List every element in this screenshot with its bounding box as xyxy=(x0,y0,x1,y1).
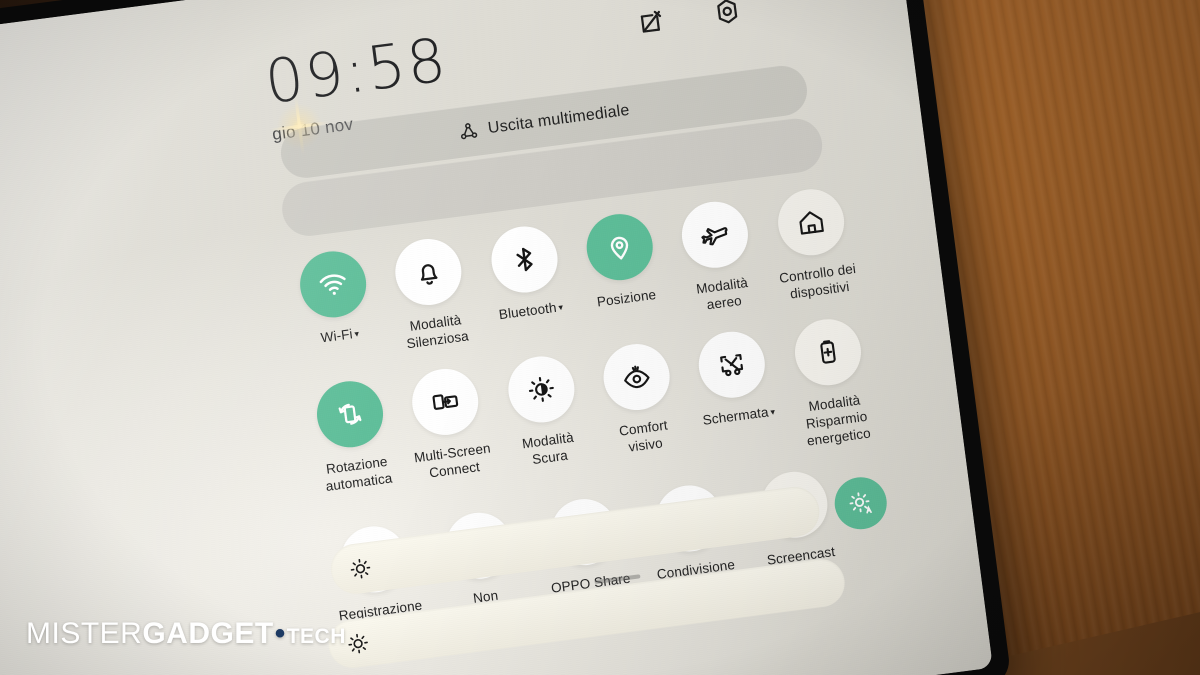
toggle-screenshot[interactable]: Schermata▾ xyxy=(689,327,783,464)
toggle-label: Modalità Scura xyxy=(521,429,575,467)
toggle-label: Posizione xyxy=(596,286,657,310)
multi-screen-icon xyxy=(408,364,483,439)
toggle-label: Bluetooth▾ xyxy=(497,299,564,323)
toggle-label: Modalità Risparmio energetico xyxy=(805,392,872,449)
toggle-label: Modalità aereo xyxy=(695,275,749,313)
screenshot-icon xyxy=(695,327,770,402)
toggle-power-saving[interactable]: Modalità Risparmio energetico xyxy=(785,314,879,451)
bell-icon xyxy=(391,234,466,309)
header-actions xyxy=(636,0,743,37)
watermark-part3: TECH xyxy=(286,625,346,648)
toggle-bluetooth[interactable]: Bluetooth▾ xyxy=(481,222,573,342)
watermark-part1: MISTER xyxy=(26,617,143,650)
airplane-icon xyxy=(678,197,753,272)
toggle-location[interactable]: Posizione xyxy=(577,209,669,329)
location-pin-icon xyxy=(582,210,657,285)
eye-comfort-icon xyxy=(599,339,674,414)
toggle-label: Comfort visivo xyxy=(618,417,669,455)
brightness-sun-icon xyxy=(345,630,371,656)
edit-icon[interactable] xyxy=(636,5,667,36)
toggle-label: Modalità Silenziosa xyxy=(405,312,470,352)
toggle-airplane-mode[interactable]: Modalità aereo xyxy=(672,197,764,317)
watermark-part2: GADGET xyxy=(142,617,274,650)
clock-time: 09:58 xyxy=(261,25,452,119)
toggle-device-control[interactable]: Controllo dei dispositivi xyxy=(768,185,860,305)
toggle-silent-mode[interactable]: Modalità Silenziosa xyxy=(386,234,478,354)
wifi-icon xyxy=(296,247,371,322)
toggle-label: Multi-Screen Connect xyxy=(413,440,492,481)
auto-brightness-button[interactable] xyxy=(831,474,890,533)
toggle-auto-rotate[interactable]: Rotazione automatica xyxy=(307,376,401,513)
dark-mode-icon xyxy=(504,352,579,427)
home-icon xyxy=(773,185,848,260)
toggle-label: Schermata▾ xyxy=(701,404,776,428)
toggle-wifi[interactable]: Wi-Fi▾ xyxy=(290,247,382,367)
settings-gear-icon[interactable] xyxy=(712,0,743,27)
toggle-dark-mode[interactable]: Modalità Scura xyxy=(498,351,592,488)
battery-saver-icon xyxy=(790,315,865,389)
toggle-label: Controllo dei dispositivi xyxy=(778,260,857,302)
tablet-screen: 09:58 gio 10 nov Uscita multimediale Wi-… xyxy=(0,0,993,675)
watermark-dot: • xyxy=(274,617,286,650)
watermark: MISTER GADGET • TECH xyxy=(26,617,346,651)
bluetooth-icon xyxy=(487,222,562,297)
brightness-sun-icon xyxy=(348,555,374,581)
auto-rotate-icon xyxy=(313,377,388,451)
photo-scene: 09:58 gio 10 nov Uscita multimediale Wi-… xyxy=(0,0,1200,675)
toggle-multi-screen-connect[interactable]: Multi-Screen Connect xyxy=(403,364,497,501)
toggle-label: Rotazione automatica xyxy=(324,453,394,494)
media-output-label: Uscita multimediale xyxy=(486,101,631,138)
control-center: 09:58 gio 10 nov Uscita multimediale Wi-… xyxy=(0,0,993,675)
toggle-eye-comfort[interactable]: Comfort visivo xyxy=(594,339,688,476)
toggle-label: Wi-Fi▾ xyxy=(319,326,360,346)
media-share-icon xyxy=(457,120,479,142)
